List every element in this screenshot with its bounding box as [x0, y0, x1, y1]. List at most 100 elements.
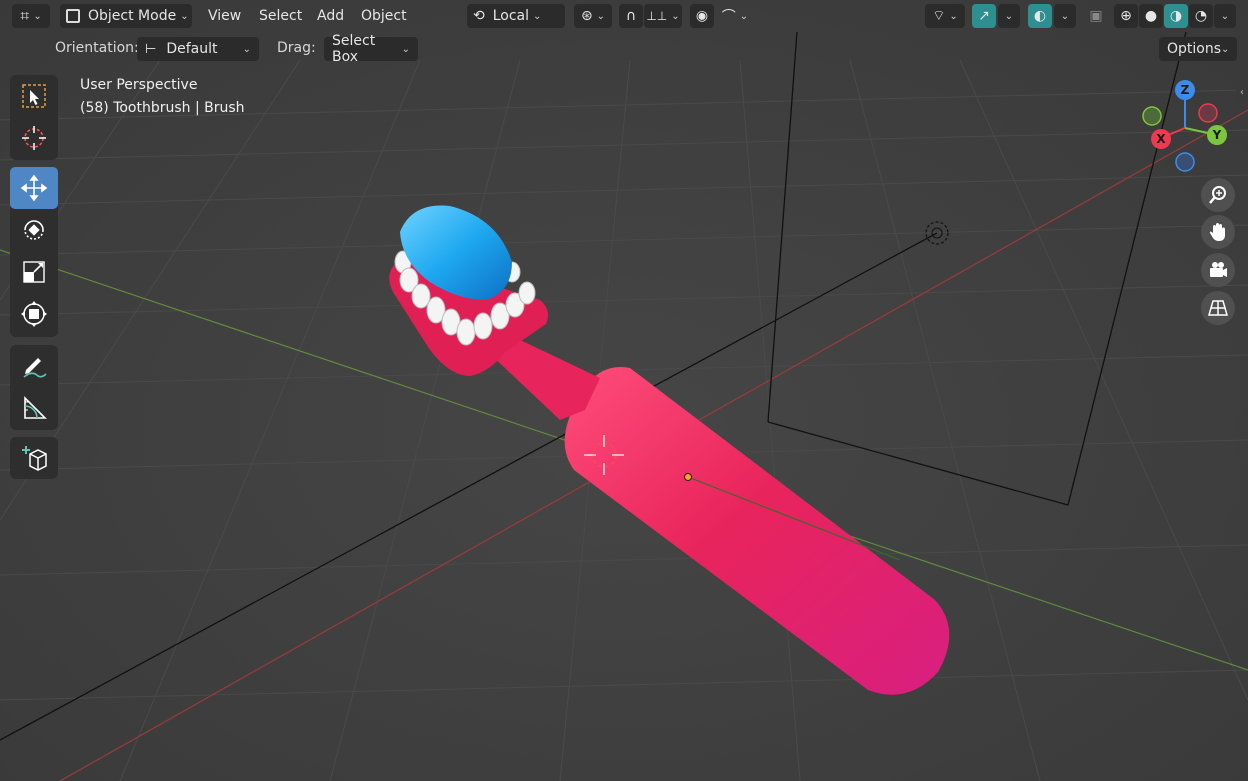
chevron-down-icon: ⌄	[1004, 10, 1014, 22]
gizmo-x-axis[interactable]: X	[1151, 129, 1171, 149]
chevron-down-icon: ⌄	[533, 10, 542, 22]
overlays-icon: ◐	[1033, 8, 1047, 24]
menu-select[interactable]: Select	[259, 5, 302, 27]
overlays-dropdown[interactable]: ⌄	[1054, 4, 1076, 28]
options-label: Options	[1167, 41, 1222, 57]
add-cube-icon	[22, 446, 47, 471]
orientation-value: Default	[166, 41, 218, 57]
tool-transform[interactable]	[10, 293, 58, 335]
orientation-icon: ⊢	[145, 41, 157, 57]
shading-wireframe-button[interactable]: ⊕	[1114, 4, 1138, 28]
local-orientation-icon: ⟲	[473, 8, 485, 24]
chevron-down-icon: ⌄	[1060, 10, 1070, 22]
overlays-toggle[interactable]: ◐	[1028, 4, 1052, 28]
mode-selector[interactable]: Object Mode ⌄	[60, 4, 192, 28]
options-dropdown[interactable]: Options ⌄	[1159, 37, 1237, 61]
magnet-icon: ∩	[625, 8, 637, 24]
material-sphere-icon: ◑	[1169, 8, 1183, 24]
transform-icon	[21, 301, 47, 327]
camera-icon	[1210, 262, 1227, 277]
pivot-label: Local	[492, 8, 530, 24]
tool-scale[interactable]	[10, 251, 58, 293]
zoom-magnifier-icon	[1209, 186, 1226, 204]
toolbar-group-select	[10, 75, 58, 160]
gizmo-icon: ↗	[978, 8, 990, 24]
drag-dropdown[interactable]: Select Box ⌄	[324, 33, 418, 65]
toolbar-group-transform	[10, 167, 58, 337]
shading-solid-button[interactable]: ●	[1139, 4, 1163, 28]
object-info: (58) Toothbrush | Brush	[80, 100, 245, 116]
chevron-down-icon: ⌄	[180, 10, 189, 22]
chevron-down-icon: ⌄	[1221, 43, 1230, 55]
gizmo-z-axis[interactable]: Z	[1175, 80, 1195, 100]
tool-rotate[interactable]	[10, 209, 58, 251]
tool-measure[interactable]	[10, 387, 58, 429]
tool-settings-bar: Orientation: ⊢ Default ⌄ Drag: Select Bo…	[0, 33, 1248, 65]
perspective-toggle-button[interactable]	[1201, 291, 1235, 325]
chevron-down-icon: ⌄	[1220, 10, 1230, 22]
proportional-editing-icon: ◉	[695, 8, 709, 24]
shading-material-button[interactable]: ◑	[1164, 4, 1188, 28]
solid-sphere-icon: ●	[1144, 8, 1158, 24]
menu-view[interactable]: View	[208, 5, 241, 27]
gizmo-toggle[interactable]: ↗	[972, 4, 996, 28]
drag-value: Select Box	[332, 33, 376, 65]
viewport-scene	[0, 0, 1248, 781]
viewport-editor-icon: ⌗	[20, 6, 30, 25]
negative-x-ball	[1198, 103, 1218, 123]
menu-add[interactable]: Add	[317, 5, 344, 27]
tool-move[interactable]	[10, 167, 58, 209]
orientation-dropdown[interactable]: ⊢ Default ⌄	[137, 37, 259, 61]
drag-label: Drag:	[277, 40, 316, 56]
cursor-icon	[22, 126, 46, 150]
shading-rendered-button[interactable]: ◔	[1189, 4, 1213, 28]
tool-cursor[interactable]	[10, 117, 58, 159]
pan-button[interactable]	[1201, 215, 1235, 249]
rotate-icon	[24, 220, 44, 240]
gizmo-dropdown[interactable]: ⌄	[998, 4, 1020, 28]
pivot-point-button[interactable]: ⊛ ⌄	[574, 4, 612, 28]
negative-y-ball	[1142, 106, 1162, 126]
viewport-header: ⌗ ⌄ Object Mode ⌄ View Select Add Object …	[0, 0, 1248, 32]
view-object-types-button[interactable]: ⌔ ⌄	[925, 4, 965, 28]
zoom-button[interactable]	[1201, 178, 1235, 212]
camera-view-button[interactable]	[1201, 253, 1235, 287]
toolbar-group-annotate	[10, 345, 58, 430]
wireframe-sphere-icon: ⊕	[1120, 8, 1132, 24]
hand-icon	[1209, 223, 1225, 241]
visibility-icon: ⌔	[932, 8, 946, 24]
mode-label: Object Mode	[88, 8, 177, 24]
proportional-editing-toggle[interactable]: ◉	[690, 4, 714, 28]
xray-toggle[interactable]: ▣	[1084, 4, 1108, 28]
rendered-sphere-icon: ◔	[1194, 8, 1208, 24]
chevron-left-icon: ‹	[1240, 86, 1244, 98]
chevron-down-icon: ⌄	[949, 10, 958, 22]
measure-ruler-icon	[24, 396, 47, 419]
shading-dropdown[interactable]: ⌄	[1214, 4, 1236, 28]
menu-object[interactable]: Object	[361, 5, 407, 27]
snap-increment-icon: ⊥⊥	[646, 9, 668, 23]
falloff-button[interactable]: ⌒ ⌄	[716, 4, 754, 28]
view-name: User Perspective	[80, 77, 198, 93]
negative-z-ball	[1175, 152, 1195, 172]
pivot-icon: ⊛	[580, 8, 593, 24]
chevron-down-icon: ⌄	[671, 10, 680, 22]
sidebar-toggle[interactable]: ‹	[1236, 82, 1248, 102]
tool-annotate[interactable]	[10, 345, 58, 387]
snap-target-button[interactable]: ⊥⊥ ⌄	[644, 4, 682, 28]
transform-pivot-selector[interactable]: ⟲ Local ⌄	[467, 4, 565, 28]
falloff-curve-icon: ⌒	[721, 9, 736, 25]
snap-toggle[interactable]: ∩	[619, 4, 643, 28]
tool-add-cube[interactable]	[10, 437, 58, 479]
annotate-pencil-icon	[23, 358, 47, 378]
scale-icon	[23, 261, 45, 283]
chevron-down-icon: ⌄	[739, 10, 749, 22]
select-box-icon	[22, 84, 46, 108]
chevron-down-icon: ⌄	[242, 43, 251, 55]
chevron-down-icon: ⌄	[33, 10, 42, 22]
tool-select-box[interactable]	[10, 75, 58, 117]
gizmo-y-axis[interactable]: Y	[1207, 125, 1227, 145]
editor-type-button[interactable]: ⌗ ⌄	[12, 4, 50, 28]
chevron-down-icon: ⌄	[401, 43, 410, 55]
3d-viewport[interactable]: ⌗ ⌄ Object Mode ⌄ View Select Add Object …	[0, 0, 1248, 781]
